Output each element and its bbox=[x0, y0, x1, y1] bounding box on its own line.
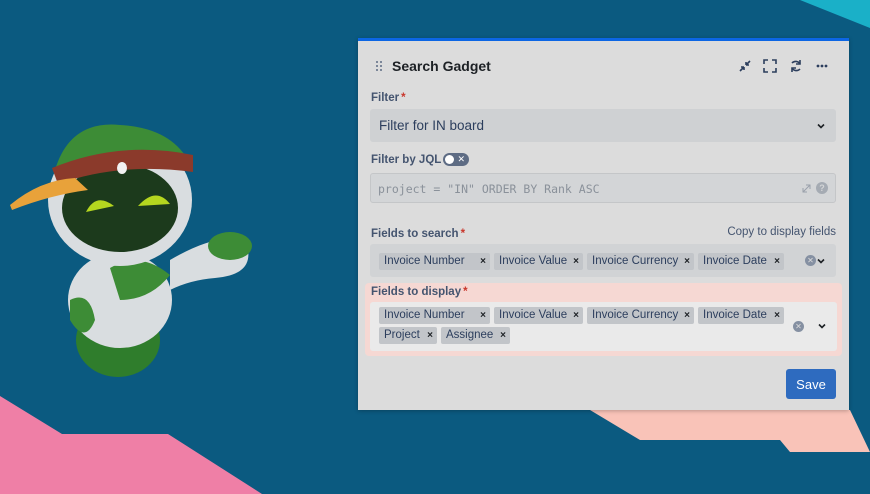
filter-select[interactable]: Filter for IN board bbox=[370, 109, 836, 142]
fields-to-display-label: Fields to display * bbox=[371, 286, 468, 298]
help-icon[interactable]: ? bbox=[816, 182, 828, 194]
minimize-icon bbox=[739, 60, 751, 72]
filter-select-value: Filter for IN board bbox=[379, 118, 485, 133]
fields-to-display-highlight: Fields to display * Invoice Number × Invoi… bbox=[365, 283, 842, 356]
toggle-off-icon: ✕ bbox=[457, 154, 465, 164]
expand-icon[interactable] bbox=[802, 184, 811, 193]
copy-to-display-fields-link[interactable]: Copy to display fields bbox=[727, 226, 836, 238]
tag-invoice-value: Invoice Value × bbox=[494, 253, 583, 270]
required-mark: * bbox=[460, 228, 466, 240]
gadget-title: Search Gadget bbox=[392, 58, 491, 74]
jql-toggle[interactable]: ✕ bbox=[443, 153, 469, 166]
jql-query-text: project = "IN" ORDER BY Rank ASC bbox=[378, 182, 600, 196]
remove-tag-icon[interactable]: × bbox=[500, 327, 506, 344]
chevron-down-icon bbox=[817, 123, 825, 129]
pink-corner-shape bbox=[0, 396, 262, 494]
remove-tag-icon[interactable]: × bbox=[774, 253, 780, 270]
save-button[interactable]: Save bbox=[786, 369, 836, 399]
toggle-knob bbox=[445, 155, 454, 164]
remove-tag-icon[interactable]: × bbox=[573, 253, 579, 270]
robot-mascot-illustration bbox=[10, 124, 252, 377]
chevron-down-icon bbox=[818, 323, 826, 329]
tag-invoice-currency: Invoice Currency × bbox=[587, 253, 694, 270]
refresh-icon bbox=[791, 60, 801, 72]
tag-invoice-number: Invoice Number × bbox=[379, 253, 490, 270]
more-options-button[interactable] bbox=[813, 57, 831, 75]
tag-assignee: Assignee × bbox=[441, 327, 510, 344]
jql-label: Filter by JQL bbox=[371, 154, 442, 166]
tag-invoice-currency: Invoice Currency × bbox=[587, 307, 694, 324]
tag-invoice-value: Invoice Value × bbox=[494, 307, 583, 324]
fullscreen-icon bbox=[763, 59, 777, 73]
remove-tag-icon[interactable]: × bbox=[684, 307, 690, 324]
tag-invoice-date: Invoice Date × bbox=[698, 253, 784, 270]
filter-label: Filter * bbox=[371, 92, 406, 104]
fields-to-search-select[interactable]: Invoice Number × Invoice Value × Invoice C… bbox=[370, 244, 836, 277]
clear-all-icon[interactable]: ✕ bbox=[805, 255, 816, 266]
search-gadget-panel: Search Gadget Filter * Filter for IN boa… bbox=[358, 38, 849, 410]
required-mark: * bbox=[401, 92, 406, 104]
chevron-down-icon bbox=[817, 258, 825, 264]
remove-tag-icon[interactable]: × bbox=[480, 307, 486, 324]
jql-input[interactable]: project = "IN" ORDER BY Rank ASC ? bbox=[370, 173, 836, 203]
fullscreen-button[interactable] bbox=[761, 57, 779, 75]
remove-tag-icon[interactable]: × bbox=[480, 253, 486, 270]
required-mark: * bbox=[463, 286, 468, 298]
drag-handle-icon[interactable] bbox=[375, 60, 383, 72]
clear-all-icon[interactable]: ✕ bbox=[793, 321, 804, 332]
teal-corner-shape bbox=[800, 0, 870, 28]
remove-tag-icon[interactable]: × bbox=[573, 307, 579, 324]
gadget-header: Search Gadget bbox=[358, 55, 849, 81]
refresh-button[interactable] bbox=[787, 57, 805, 75]
fields-to-search-label: Fields to search * bbox=[371, 228, 466, 240]
peach-stripe-shape bbox=[590, 410, 870, 452]
minimize-button[interactable] bbox=[736, 57, 754, 75]
fields-to-display-select[interactable]: Invoice Number × Invoice Value × Invoice C… bbox=[370, 302, 837, 351]
tag-invoice-date: Invoice Date × bbox=[698, 307, 784, 324]
remove-tag-icon[interactable]: × bbox=[427, 327, 433, 344]
tag-invoice-number: Invoice Number × bbox=[379, 307, 490, 324]
tag-project: Project × bbox=[379, 327, 437, 344]
more-icon bbox=[816, 64, 828, 68]
remove-tag-icon[interactable]: × bbox=[774, 307, 780, 324]
remove-tag-icon[interactable]: × bbox=[684, 253, 690, 270]
